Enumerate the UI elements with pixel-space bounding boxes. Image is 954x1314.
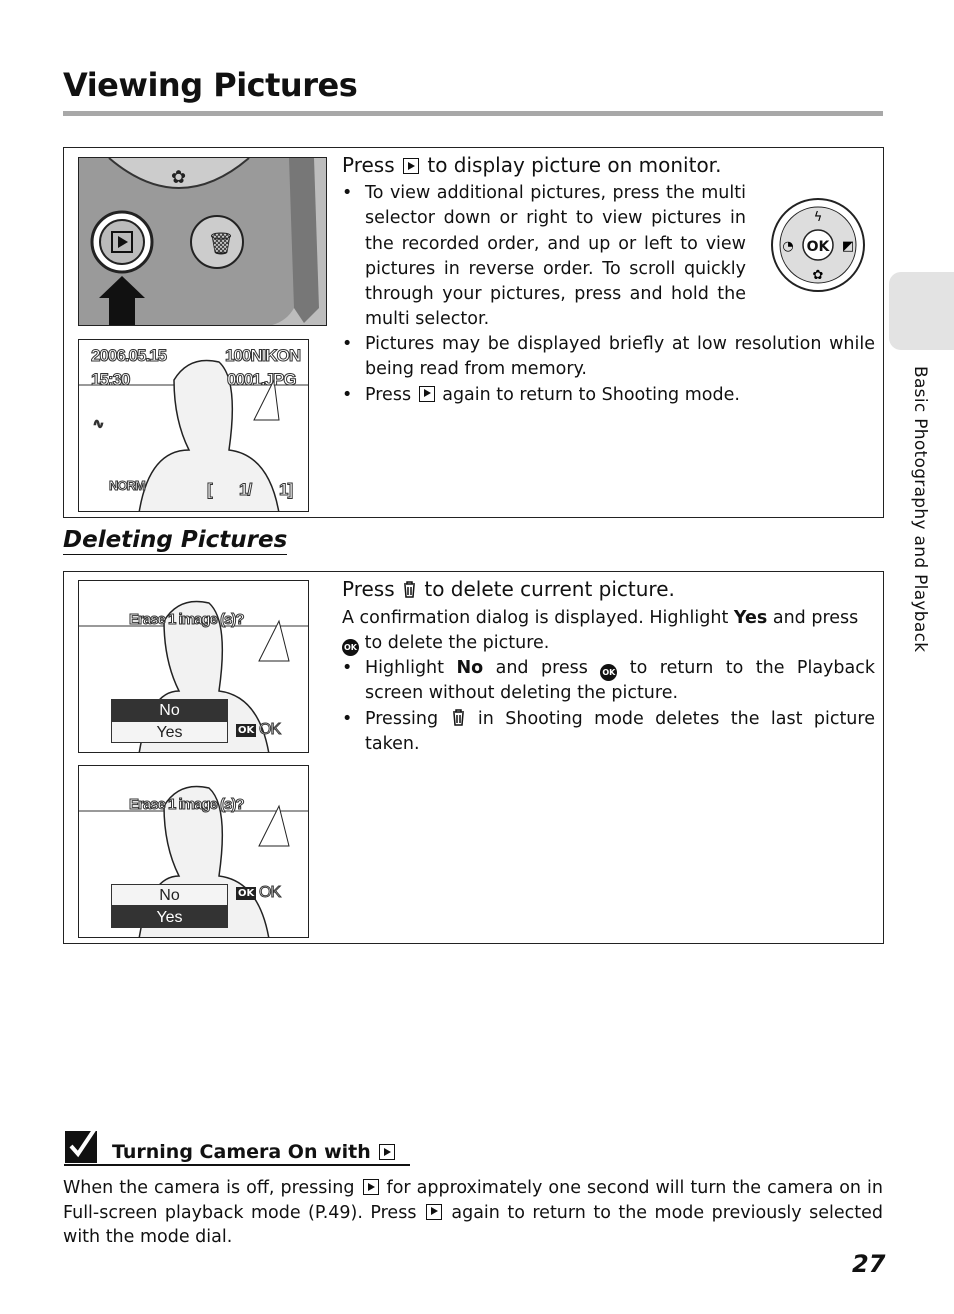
viewing-bullets: To view additional pictures, press the m… [342, 181, 746, 333]
svg-text:✿: ✿ [171, 167, 186, 188]
lcd-date: 2006.05.15 [90, 346, 167, 366]
tip-heading: Turning Camera On with [64, 1128, 410, 1166]
playback-button-icon [403, 158, 419, 174]
text: Press [365, 384, 412, 405]
section-tab-label: Basic Photography and Playback [910, 366, 930, 653]
playback-lcd-screen: 2006.05.15 15:30 100NIKON 0001.JPG ∿ NOR… [78, 339, 309, 512]
lcd-counter: 1/ [238, 480, 252, 500]
erase-prompt: Erase 1 image (s)? [129, 796, 246, 814]
playback-button-icon [425, 1203, 442, 1220]
text: to delete current picture. [424, 577, 675, 601]
text: A confirmation dialog is displayed. High… [342, 608, 729, 628]
deleting-box: Erase 1 image (s)? No Yes OK OK Erase 1 … [63, 571, 884, 944]
page-title: Viewing Pictures [63, 66, 358, 104]
trash-icon [452, 708, 464, 726]
text: Yes [733, 608, 768, 628]
heading-text: to display picture on monitor. [427, 153, 722, 177]
bullet-item: Pressing in Shooting mode deletes the la… [342, 707, 875, 758]
erase-dialog-no-selected: Erase 1 image (s)? No Yes OK OK [78, 580, 309, 753]
text: and press [772, 608, 859, 628]
multi-selector-icon: OK ϟ ✿ ◔ ◩ [771, 198, 865, 292]
heading-text: Press [342, 153, 395, 177]
svg-text:◔: ◔ [782, 239, 793, 254]
playback-button-icon [418, 385, 435, 402]
svg-text:ϟ: ϟ [814, 210, 823, 225]
ok-label: OK [807, 239, 831, 255]
text: and press [495, 658, 588, 678]
playback-button-icon [379, 1144, 396, 1160]
text: No [456, 658, 484, 678]
tip-body: When the camera is off, pressing for app… [63, 1176, 883, 1250]
viewing-bullets-2: Pictures may be displayed briefly at low… [342, 332, 875, 408]
menu-option-no: No [111, 884, 228, 906]
checkmark-note-icon [65, 1128, 97, 1163]
lcd-quality: NORM [109, 478, 147, 494]
text: to delete the picture. [364, 633, 550, 654]
tip-heading-text: Turning Camera On with [112, 1141, 371, 1163]
section-tab [889, 272, 954, 350]
text: Highlight [365, 658, 445, 678]
svg-text:✿: ✿ [813, 268, 824, 283]
text: Press [342, 577, 395, 601]
deleting-intro: A confirmation dialog is displayed. High… [342, 606, 875, 657]
lcd-bracket: [ [207, 480, 214, 500]
text: When the camera is off, pressing [63, 1178, 355, 1198]
menu-option-yes: Yes [111, 906, 228, 928]
trash-icon [404, 581, 415, 598]
deleting-bullets: Highlight No and press OK to return to t… [342, 656, 875, 757]
erase-prompt: Erase 1 image (s)? [129, 611, 246, 629]
lcd-folder: 100NIKON [224, 346, 301, 366]
ok-key-icon: OK [236, 724, 257, 737]
ok-button-icon: OK [600, 664, 618, 681]
camera-back-icon: ✿ 🗑 [79, 158, 319, 325]
title-rule [63, 111, 883, 116]
ok-key-icon: OK [236, 887, 257, 900]
text: Pressing [365, 708, 439, 729]
page-number: 27 [852, 1250, 886, 1278]
erase-dialog-yes-selected: Erase 1 image (s)? No Yes OK OK [78, 765, 309, 938]
bullet-item: Highlight No and press OK to return to t… [342, 656, 875, 707]
bullet-item: Pictures may be displayed briefly at low… [342, 332, 875, 383]
deleting-section-title: Deleting Pictures [63, 527, 288, 555]
lcd-time: 15:30 [90, 370, 131, 390]
playback-button-icon [362, 1179, 379, 1195]
menu-option-yes: Yes [111, 721, 228, 743]
svg-text:🗑: 🗑 [207, 232, 235, 257]
lcd-wave-icon: ∿ [93, 416, 105, 432]
camera-buttons-illustration: ✿ 🗑 [78, 157, 327, 326]
text: in Shooting mode deletes the last pictur… [365, 708, 875, 754]
ok-button-icon: OK [342, 639, 359, 657]
viewing-box: ✿ 🗑 2006.05.15 15:30 100NIKON 0001.JPG ∿… [63, 147, 884, 518]
svg-text:◩: ◩ [842, 239, 854, 254]
bullet-item: Press again to return to Shooting mode. [342, 383, 875, 409]
lcd-total: 1] [278, 480, 293, 500]
deleting-heading: Press to delete current picture. [342, 576, 675, 602]
bullet-item: To view additional pictures, press the m… [342, 181, 746, 333]
text: again to return to Shooting mode. [442, 384, 740, 405]
viewing-heading: Press to display picture on monitor. [342, 152, 721, 178]
menu-option-no: No [111, 699, 228, 721]
ok-label: OK [258, 721, 281, 739]
lcd-filename: 0001.JPG [227, 370, 298, 390]
ok-label: OK [258, 884, 281, 902]
